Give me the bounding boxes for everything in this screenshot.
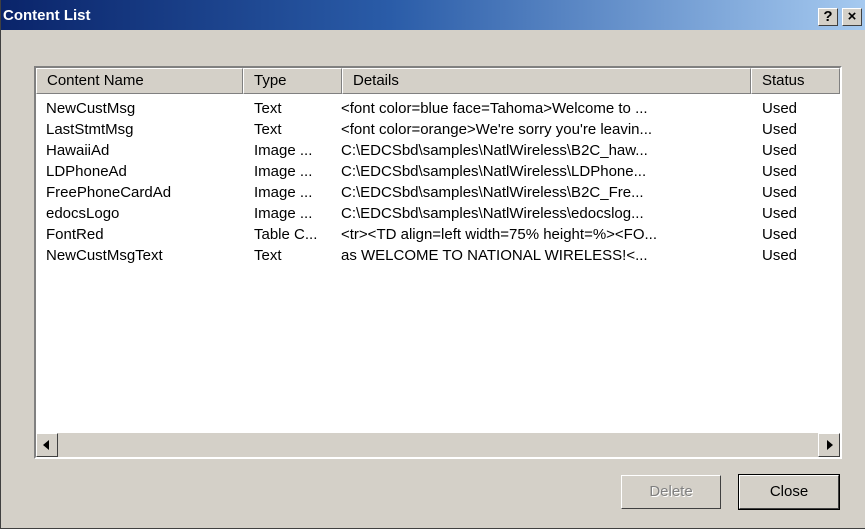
content-list-dialog: Content List ? × Content Name Type Detai… <box>0 0 865 529</box>
type-cell: Text <box>254 247 282 264</box>
content-name-cell: edocsLogo <box>46 205 120 222</box>
details-cell: C:\EDCSbd\samples\NatlWireless\edocslog.… <box>341 205 644 222</box>
status-cell: Used <box>762 184 798 201</box>
window-title: Content List <box>3 7 91 24</box>
chevron-right-icon <box>827 440 833 450</box>
list-item[interactable]: LastStmtMsg Text <font color=orange>We'r… <box>36 119 840 140</box>
details-cell: C:\EDCSbd\samples\NatlWireless\B2C_haw..… <box>341 142 648 159</box>
content-list-view[interactable]: Content Name Type Details Status NewCust… <box>34 66 842 459</box>
type-cell: Image ... <box>254 142 313 159</box>
status-cell: Used <box>762 205 798 222</box>
list-item[interactable]: NewCustMsg Text <font color=blue face=Ta… <box>36 98 840 119</box>
details-cell: <tr><TD align=left width=75% height=%><F… <box>341 226 658 243</box>
content-name-cell: FreePhoneCardAd <box>46 184 172 201</box>
chevron-left-icon <box>43 440 49 450</box>
details-cell: <font color=blue face=Tahoma>Welcome to … <box>341 100 648 117</box>
details-cell: <font color=orange>We're sorry you're le… <box>341 121 653 138</box>
list-item[interactable]: LDPhoneAd Image ... C:\EDCSbd\samples\Na… <box>36 161 840 182</box>
column-header-details[interactable]: Details <box>342 68 751 94</box>
details-cell: as WELCOME TO NATIONAL WIRELESS!<... <box>341 247 648 264</box>
help-button[interactable]: ? <box>818 8 838 26</box>
window-close-button[interactable]: × <box>842 8 862 26</box>
scrollbar-track[interactable] <box>58 433 818 457</box>
list-header: Content Name Type Details Status <box>36 68 840 94</box>
list-item[interactable]: FreePhoneCardAd Image ... C:\EDCSbd\samp… <box>36 182 840 203</box>
column-header-status[interactable]: Status <box>751 68 840 94</box>
type-cell: Image ... <box>254 163 313 180</box>
content-name-cell: LDPhoneAd <box>46 163 127 180</box>
content-name-cell: LastStmtMsg <box>46 121 134 138</box>
type-cell: Image ... <box>254 184 313 201</box>
content-name-cell: FontRed <box>46 226 104 243</box>
title-bar[interactable]: Content List ? × <box>1 0 865 30</box>
scroll-right-button[interactable] <box>818 433 840 457</box>
list-item[interactable]: HawaiiAd Image ... C:\EDCSbd\samples\Nat… <box>36 140 840 161</box>
content-name-cell: HawaiiAd <box>46 142 110 159</box>
scroll-left-button[interactable] <box>36 433 58 457</box>
content-name-cell: NewCustMsg <box>46 100 136 117</box>
status-cell: Used <box>762 100 798 117</box>
list-item[interactable]: FontRed Table C... <tr><TD align=left wi… <box>36 224 840 245</box>
list-item[interactable]: edocsLogo Image ... C:\EDCSbd\samples\Na… <box>36 203 840 224</box>
details-cell: C:\EDCSbd\samples\NatlWireless\B2C_Fre..… <box>341 184 644 201</box>
horizontal-scrollbar[interactable] <box>36 433 840 457</box>
type-cell: Text <box>254 100 282 117</box>
list-rows: NewCustMsg Text <font color=blue face=Ta… <box>36 98 840 266</box>
status-cell: Used <box>762 142 798 159</box>
status-cell: Used <box>762 163 798 180</box>
content-name-cell: NewCustMsgText <box>46 247 163 264</box>
type-cell: Image ... <box>254 205 313 222</box>
status-cell: Used <box>762 247 798 264</box>
column-header-content-name[interactable]: Content Name <box>36 68 243 94</box>
type-cell: Text <box>254 121 282 138</box>
type-cell: Table C... <box>254 226 318 243</box>
status-cell: Used <box>762 121 798 138</box>
list-item[interactable]: NewCustMsgText Text as WELCOME TO NATION… <box>36 245 840 266</box>
delete-button[interactable]: Delete <box>621 475 721 509</box>
close-button[interactable]: Close <box>738 474 840 510</box>
details-cell: C:\EDCSbd\samples\NatlWireless\LDPhone..… <box>341 163 647 180</box>
status-cell: Used <box>762 226 798 243</box>
column-header-type[interactable]: Type <box>243 68 342 94</box>
